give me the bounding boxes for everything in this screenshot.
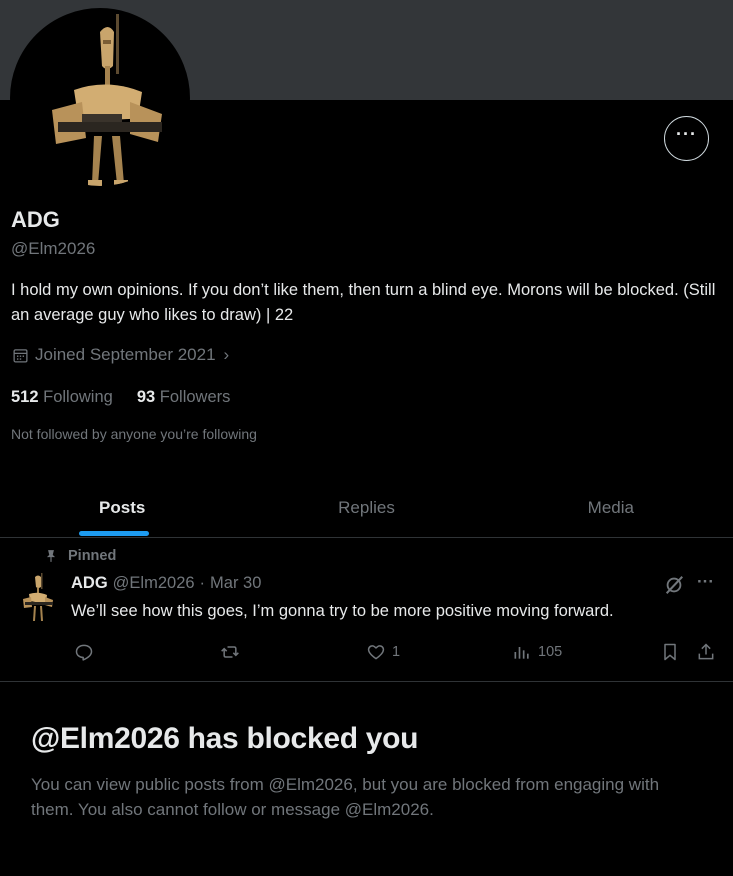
tab-media[interactable]: Media	[489, 478, 733, 537]
post-text: We’ll see how this goes, I’m gonna try t…	[71, 602, 614, 620]
post-more-button[interactable]: ···	[697, 572, 714, 592]
post-divider	[0, 681, 733, 682]
profile-name: ADG	[11, 207, 60, 232]
active-tab-indicator	[79, 531, 149, 536]
followers-count: 93	[136, 388, 156, 406]
more-horizontal-icon: ···	[676, 124, 697, 144]
followers-label: Followers	[159, 388, 231, 406]
like-count: 1	[392, 644, 401, 660]
grok-icon[interactable]	[663, 574, 685, 596]
bookmark-icon	[664, 643, 676, 661]
post-separator: ·	[199, 574, 206, 592]
share-button[interactable]	[696, 642, 716, 662]
post-header: ADG @Elm2026 · Mar 30	[71, 574, 261, 593]
share-icon	[698, 643, 714, 660]
tab-replies[interactable]: Replies	[244, 478, 488, 537]
repost-button[interactable]	[220, 642, 240, 662]
post-author-handle[interactable]: @Elm2026	[113, 574, 195, 593]
following-label: Following	[43, 388, 113, 406]
followers-link[interactable]: 93 Followers	[137, 388, 231, 407]
profile-stats: 512 Following 93 Followers	[11, 388, 230, 407]
chevron-right-icon: ›	[223, 345, 230, 364]
joined-date[interactable]: Joined September 2021 ›	[12, 345, 229, 365]
profile-avatar[interactable]	[10, 8, 190, 188]
view-count: 105	[538, 644, 563, 660]
like-button[interactable]: 1	[366, 642, 400, 662]
profile-tabs: Posts Replies Media	[0, 478, 733, 538]
reply-button[interactable]	[74, 642, 94, 662]
more-options-button[interactable]: ···	[664, 116, 709, 161]
post-author-avatar[interactable]	[15, 573, 60, 623]
pin-icon	[46, 550, 56, 562]
reply-icon	[75, 644, 93, 661]
profile-handle: @Elm2026	[11, 239, 96, 258]
blocked-title: @Elm2026 has blocked you	[31, 722, 419, 755]
profile-bio: I hold my own opinions. If you don’t lik…	[11, 281, 716, 324]
repost-icon	[221, 646, 239, 658]
following-link[interactable]: 512 Following	[11, 388, 113, 407]
blocked-description: You can view public posts from @Elm2026,…	[31, 775, 660, 819]
heart-icon	[367, 645, 385, 660]
post-date[interactable]: Mar 30	[210, 574, 261, 593]
following-count: 512	[11, 388, 39, 406]
pinned-label: Pinned	[44, 548, 116, 564]
views-button[interactable]: 105	[512, 642, 562, 662]
joined-label: Joined September 2021	[35, 345, 216, 364]
analytics-icon	[514, 647, 529, 659]
post-author-name[interactable]: ADG	[71, 574, 108, 593]
bookmark-button[interactable]	[660, 642, 680, 662]
calendar-icon	[13, 348, 28, 363]
not-followed-notice: Not followed by anyone you’re following	[11, 426, 257, 442]
pinned-text: Pinned	[68, 548, 117, 564]
post-actions: 1 105	[0, 642, 733, 666]
tab-posts[interactable]: Posts	[0, 478, 244, 537]
